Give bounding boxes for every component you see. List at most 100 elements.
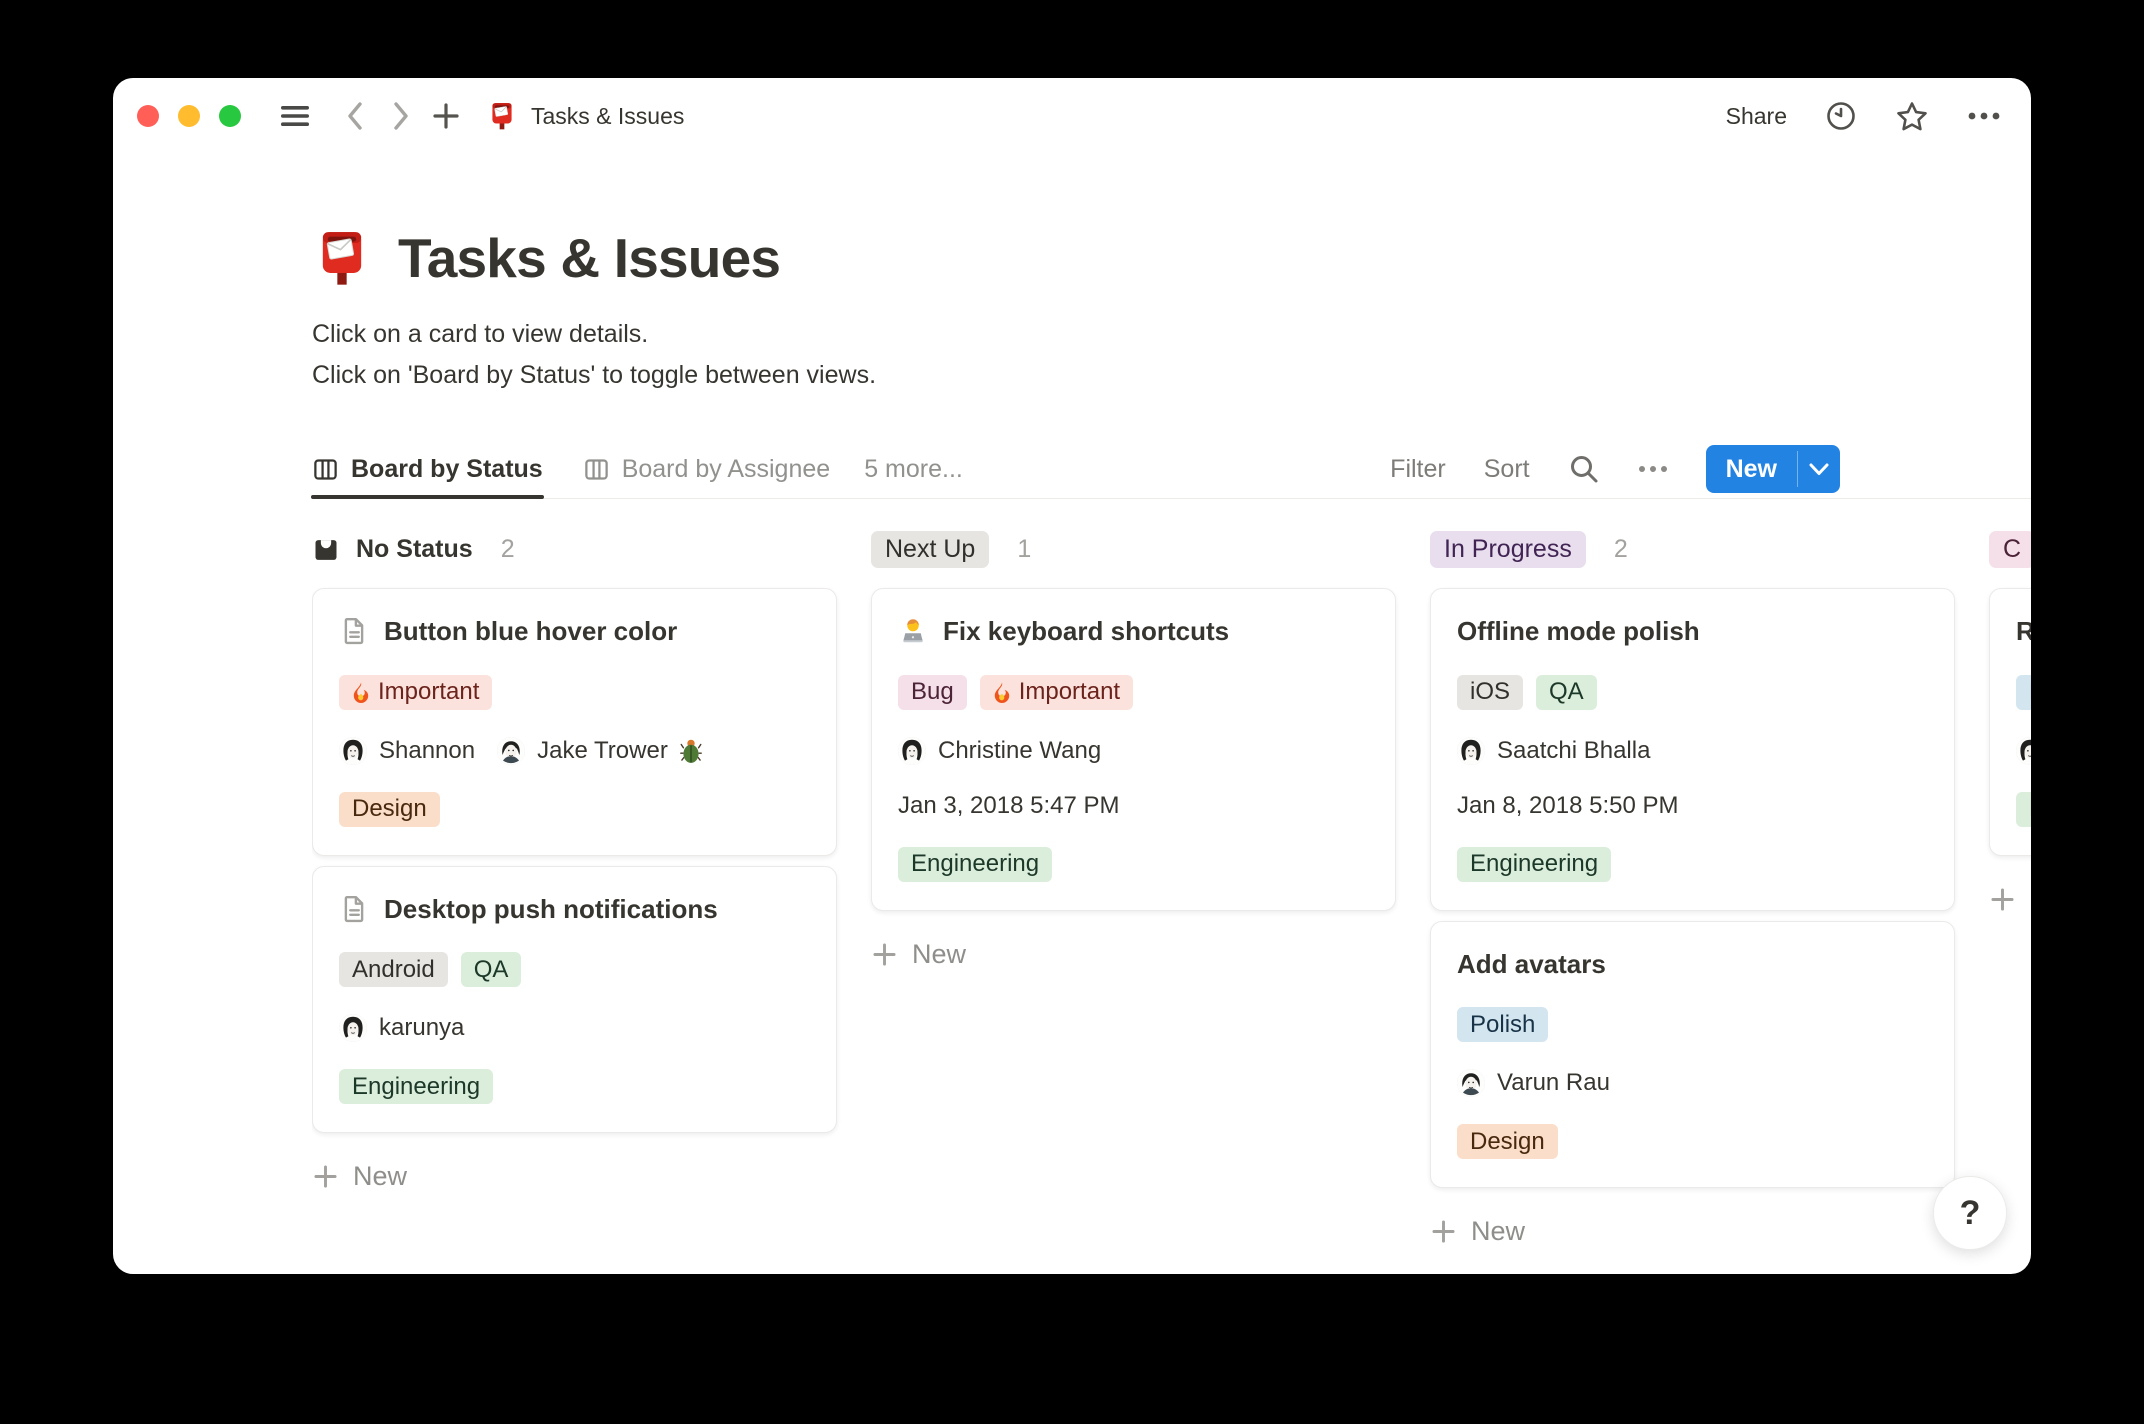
plus-icon [1430, 1218, 1457, 1245]
more-views-button[interactable]: 5 more... [864, 440, 963, 498]
help-button[interactable]: ? [1933, 1176, 2007, 1250]
column-title[interactable]: No Status [312, 535, 473, 564]
search-icon[interactable] [1568, 453, 1600, 485]
caption-line[interactable]: Click on a card to view details. [312, 314, 2031, 355]
window-title: Tasks & Issues [531, 102, 685, 129]
technologist-icon [898, 616, 928, 646]
page-icon [339, 616, 369, 646]
mailbox-icon [487, 101, 517, 131]
column-status-pill[interactable]: Next Up [871, 531, 990, 568]
plus-icon [871, 941, 898, 968]
view-toolbar: Board by Status Board by Assignee 5 more… [311, 440, 2031, 499]
column-status-pill[interactable]: In Progress [1430, 531, 1586, 568]
minimize-window-button[interactable] [178, 105, 200, 127]
tag-label: Important [1018, 678, 1121, 705]
tag-pill: Bug [898, 674, 967, 710]
tag-pill: Design [1457, 1124, 1558, 1159]
avatar [497, 736, 526, 765]
avatar [339, 1014, 367, 1042]
assignee: Shannon [339, 736, 476, 765]
page-icon [339, 894, 369, 924]
tag-label: Bug [911, 678, 954, 705]
avatar [2016, 736, 2031, 765]
card-title: Add avatars [1457, 948, 1606, 979]
card-date: Jan 8, 2018 5:50 PM [1457, 791, 1679, 819]
board-column: C Re P E New [1989, 531, 2031, 915]
add-new-card-button[interactable]: New [1430, 1216, 1955, 1247]
card[interactable]: Button blue hover color Important Shanno… [312, 588, 837, 856]
view-tab-board-by-assignee[interactable]: Board by Assignee [583, 440, 830, 498]
card[interactable]: Desktop push notifications Android QA karu… [312, 865, 837, 1133]
tag-pill: QA [460, 952, 522, 987]
column-header: No Status 2 [312, 531, 837, 568]
fire-icon [352, 681, 370, 704]
board-icon [312, 456, 339, 483]
updates-clock-icon[interactable] [1825, 100, 1857, 132]
board-column: No Status 2 Button blue hover color Impor… [312, 531, 837, 1192]
avatar [1457, 736, 1485, 765]
page-mailbox-icon[interactable] [312, 228, 372, 288]
new-tab-plus-icon[interactable] [431, 101, 461, 131]
column-count: 2 [1613, 535, 1628, 563]
add-new-card-button[interactable]: New [312, 1161, 837, 1192]
tag-pill: Android [339, 952, 448, 987]
assignee: karunya [339, 1014, 464, 1042]
chevron-down-icon[interactable] [1798, 445, 1840, 493]
card-date: Jan 3, 2018 5:47 PM [898, 791, 1120, 819]
add-new-card-button[interactable]: New [871, 939, 1396, 970]
card-title: Desktop push notifications [384, 893, 718, 924]
favorite-star-icon[interactable] [1895, 100, 1929, 132]
add-new-card-button[interactable]: New [1989, 884, 2031, 915]
view-tab-board-by-status[interactable]: Board by Status [311, 440, 544, 499]
board-column: In Progress 2 Offline mode polish iOS QA Saa… [1430, 531, 1955, 1247]
notion-window: Tasks & Issues Share Tasks & Issues Clic… [113, 78, 2031, 1274]
avatar [898, 736, 926, 765]
column-count: 2 [500, 535, 515, 563]
card-title: Re [2016, 616, 2031, 646]
column-header: Next Up 1 [871, 531, 1396, 568]
caption-line[interactable]: Click on 'Board by Status' to toggle bet… [312, 355, 2031, 396]
page-title[interactable]: Tasks & Issues [398, 226, 781, 290]
tag-pill: iOS [1457, 674, 1524, 710]
view-options-ellipsis-icon[interactable] [1638, 465, 1668, 473]
column-title-label: No Status [356, 535, 473, 563]
tag-pill: Engineering [898, 846, 1053, 882]
tag-pill: Important [979, 674, 1134, 710]
nav-back-icon[interactable] [343, 100, 367, 132]
tag-label: Important [378, 678, 480, 705]
assignee-name: Shannon [379, 736, 476, 764]
card[interactable]: Offline mode polish iOS QA Saatchi Bhalla J… [1430, 588, 1955, 911]
add-new-label: New [1471, 1216, 1526, 1246]
tag-label: QA [1549, 678, 1584, 705]
sidebar-toggle-icon[interactable] [279, 103, 311, 129]
beetle-icon [679, 738, 702, 764]
assignee-name: Christine Wang [938, 736, 1102, 764]
tag-label: P [2029, 678, 2031, 706]
add-new-label: New [2030, 884, 2031, 915]
plus-icon [1989, 886, 2016, 913]
card[interactable]: Fix keyboard shortcuts Bug Important Chri… [871, 588, 1396, 911]
card-title: Offline mode polish [1457, 616, 1700, 646]
assignee [2016, 736, 2031, 765]
column-header: C [1989, 531, 2031, 568]
tag-label: Engineering [352, 1072, 481, 1100]
tag-label: Polish [1470, 1010, 1536, 1038]
filter-button[interactable]: Filter [1390, 455, 1446, 484]
nav-forward-icon[interactable] [389, 100, 413, 132]
new-button[interactable]: New [1705, 445, 1840, 493]
column-status-pill[interactable]: C [1989, 531, 2031, 568]
more-options-icon[interactable] [1967, 111, 2001, 121]
tag-label: Engineering [911, 850, 1040, 877]
tag-pill: Polish [1457, 1007, 1549, 1042]
tag-label: E [2029, 795, 2031, 823]
tag-pill: Important [339, 674, 493, 710]
share-button[interactable]: Share [1726, 103, 1787, 130]
tag-pill: Engineering [1457, 846, 1612, 882]
card[interactable]: Re P E [1989, 588, 2031, 856]
close-window-button[interactable] [137, 105, 159, 127]
sort-button[interactable]: Sort [1484, 455, 1530, 484]
new-button-label[interactable]: New [1706, 445, 1797, 493]
card[interactable]: Add avatars Polish Varun Rau Design [1430, 920, 1955, 1188]
zoom-window-button[interactable] [219, 105, 241, 127]
page-description[interactable]: Click on a card to view details. Click o… [312, 314, 2031, 396]
